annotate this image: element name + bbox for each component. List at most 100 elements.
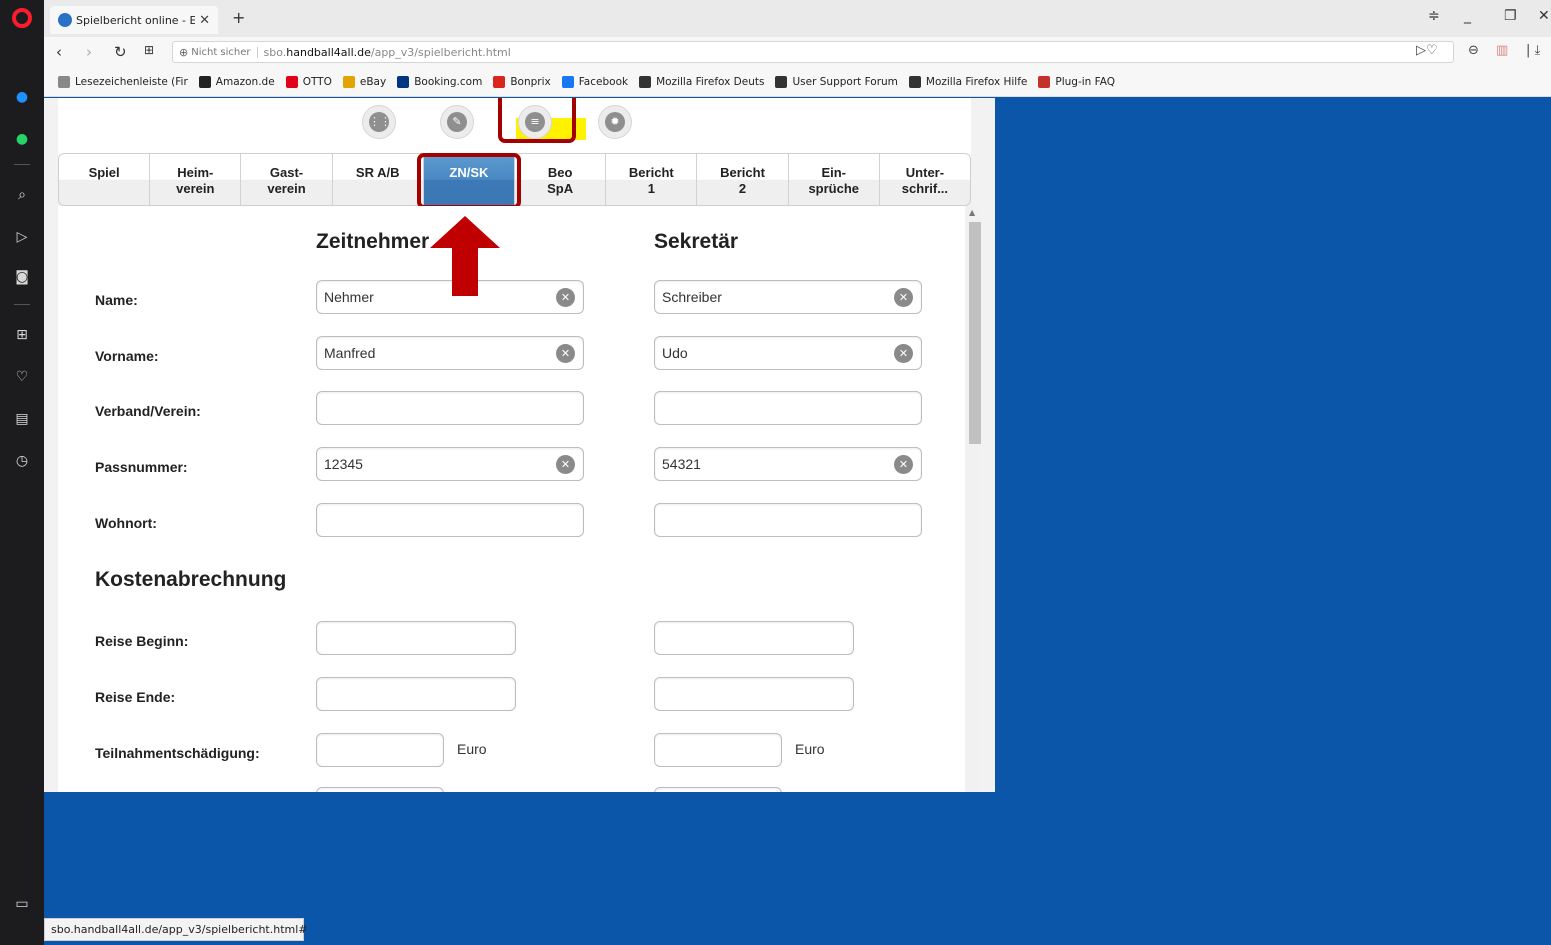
speed-dial-icon[interactable]: ⊞ xyxy=(144,43,154,57)
speed-dial-icon[interactable]: ⊞ xyxy=(11,324,33,346)
bookmark-item[interactable]: Bonprix xyxy=(493,75,551,88)
status-bar-url: sbo.handball4all.de/app_v3/spielbericht.… xyxy=(44,918,308,941)
zeitnehmer-passnummer-field[interactable]: 12345 ✕ xyxy=(316,447,584,481)
scrollbar-thumb[interactable] xyxy=(969,222,981,444)
tab-line2: verein xyxy=(267,181,306,196)
clear-icon[interactable]: ✕ xyxy=(556,288,575,307)
tab-gastverein[interactable]: Gast-verein xyxy=(241,154,333,205)
scrollbar[interactable]: ▲ xyxy=(965,206,981,792)
sekretaer-wohnort-field[interactable] xyxy=(654,503,922,537)
download-icon[interactable]: | ⤓ xyxy=(1526,43,1540,58)
extension-icon[interactable]: ▥ xyxy=(1496,43,1508,58)
tab-unterschriften[interactable]: Unter-schrif... xyxy=(880,154,970,205)
zeitnehmer-verband-field[interactable] xyxy=(316,391,584,425)
clear-icon[interactable]: ✕ xyxy=(556,344,575,363)
bookmark-item[interactable]: User Support Forum xyxy=(775,75,898,88)
history-icon[interactable]: ◷ xyxy=(11,450,33,472)
minimize-icon[interactable]: _ xyxy=(1464,8,1471,24)
zeitnehmer-reise-beginn-field[interactable] xyxy=(316,621,516,655)
zeitnehmer-teilnahme-field[interactable] xyxy=(316,733,444,767)
back-icon[interactable]: ‹ xyxy=(56,43,62,61)
site-favicon-icon xyxy=(58,13,72,27)
bookmarks-bar: Lesezeichenleiste (Fir Amazon.de OTTO eBay B… xyxy=(44,67,1551,97)
bookmark-label: Mozilla Firefox Deuts xyxy=(656,75,765,88)
scroll-up-icon[interactable]: ▲ xyxy=(969,208,975,217)
globe-icon: ⊕ xyxy=(179,45,189,59)
bookmark-item[interactable]: OTTO xyxy=(285,75,332,88)
url-field[interactable]: ⊕ Nicht sicher sbo. handball4all.de/app_v… xyxy=(172,41,1454,63)
next-row-field[interactable] xyxy=(654,787,782,792)
edit-button[interactable]: ✎ xyxy=(440,105,474,139)
sidebar-divider xyxy=(14,304,30,305)
clear-icon[interactable]: ✕ xyxy=(894,455,913,474)
bookmark-item[interactable]: Lesezeichenleiste (Fir xyxy=(58,75,188,88)
whatsapp-icon[interactable]: ● xyxy=(11,128,33,150)
tab-einsprueche[interactable]: Ein-sprüche xyxy=(789,154,880,205)
sekretaer-passnummer-field[interactable]: 54321 ✕ xyxy=(654,447,922,481)
reload-icon[interactable]: ↻ xyxy=(114,43,127,61)
url-path: /app_v3/spielbericht.html xyxy=(370,45,511,59)
tab-close-icon[interactable]: ✕ xyxy=(199,13,210,28)
new-tab-button[interactable]: + xyxy=(232,8,245,27)
flow-icon[interactable]: ▷ xyxy=(11,226,33,248)
field-value: Schreiber xyxy=(662,289,722,305)
bookmark-item[interactable]: Plug-in FAQ xyxy=(1038,75,1115,88)
plugin-icon xyxy=(1038,75,1051,88)
zeitnehmer-reise-ende-field[interactable] xyxy=(316,677,516,711)
opera-sidebar: ● ● ⌕ ▷ ◙ ⊞ ♡ ▤ ◷ ▭ xyxy=(0,0,44,945)
tab-line1: SR A/B xyxy=(355,165,400,180)
zeitnehmer-wohnort-field[interactable] xyxy=(316,503,584,537)
send-to-flow-icon[interactable]: ▷♡ xyxy=(1416,43,1438,58)
clear-icon[interactable]: ✕ xyxy=(894,288,913,307)
tab-line1: Bericht xyxy=(628,165,674,180)
zeitnehmer-vorname-field[interactable]: Manfred ✕ xyxy=(316,336,584,370)
forward-icon[interactable]: › xyxy=(86,43,92,61)
search-icon[interactable]: ⌕ xyxy=(11,184,33,206)
window-close-icon[interactable]: ✕ xyxy=(1538,8,1550,24)
clear-icon[interactable]: ✕ xyxy=(556,455,575,474)
clear-icon[interactable]: ✕ xyxy=(894,344,913,363)
sekretaer-teilnahme-field[interactable] xyxy=(654,733,782,767)
news-icon[interactable]: ▤ xyxy=(11,408,33,430)
bookmark-item[interactable]: Mozilla Firefox Deuts xyxy=(639,75,765,88)
settings-button[interactable]: ✹ xyxy=(598,105,632,139)
page-icon xyxy=(775,75,788,88)
otto-icon xyxy=(285,75,298,88)
bookmark-label: Plug-in FAQ xyxy=(1055,75,1115,88)
url-host: handball4all.de xyxy=(286,45,371,59)
next-row-field[interactable] xyxy=(316,787,444,792)
sidebar-toggle-icon[interactable]: ▭ xyxy=(11,893,33,915)
kostenabrechnung-heading: Kostenabrechnung xyxy=(95,568,287,591)
verband-label: Verband/Verein: xyxy=(95,403,201,419)
snapshot-icon[interactable]: ◙ xyxy=(11,266,33,288)
account-icon[interactable]: ⊖ xyxy=(1468,43,1479,58)
sekretaer-verband-field[interactable] xyxy=(654,391,922,425)
sekretaer-name-field[interactable]: Schreiber ✕ xyxy=(654,280,922,314)
bookmark-item[interactable]: Amazon.de xyxy=(198,75,275,88)
sekretaer-reise-ende-field[interactable] xyxy=(654,677,854,711)
bookmark-item[interactable]: Mozilla Firefox Hilfe xyxy=(908,75,1027,88)
tab-beo-spa[interactable]: Beo SpA xyxy=(515,154,607,205)
tab-menu-icon[interactable]: ≑ xyxy=(1428,8,1440,24)
tab-sr-ab[interactable]: SR A/B xyxy=(333,154,424,205)
field-value: Manfred xyxy=(324,345,376,361)
restore-icon[interactable]: ❐ xyxy=(1504,8,1517,24)
bookmark-item[interactable]: Facebook xyxy=(561,75,628,88)
settings-icon: ✹ xyxy=(605,112,625,132)
sekretaer-reise-beginn-field[interactable] xyxy=(654,621,854,655)
address-bar-row: ‹ › ↻ ⊞ ⊕ Nicht sicher sbo. handball4all.… xyxy=(44,37,1551,67)
grid-button[interactable]: ⋮⋮ xyxy=(362,105,396,139)
messenger-icon[interactable]: ● xyxy=(11,86,33,108)
tab-bericht-2[interactable]: Bericht 2 xyxy=(697,154,789,205)
browser-tab[interactable]: Spielbericht online - Erfass ✕ xyxy=(50,6,218,34)
tab-bericht-1[interactable]: Bericht 1 xyxy=(606,154,698,205)
tab-spiel[interactable]: Spiel xyxy=(59,154,151,205)
bookmark-label: Amazon.de xyxy=(215,75,275,88)
bookmark-item[interactable]: eBay xyxy=(342,75,386,88)
tab-heimverein[interactable]: Heim-verein xyxy=(150,154,242,205)
bookmark-item[interactable]: Booking.com xyxy=(397,75,482,88)
heart-icon[interactable]: ♡ xyxy=(11,366,33,388)
bookmark-label: User Support Forum xyxy=(792,75,898,88)
opera-logo-icon[interactable] xyxy=(12,8,32,28)
sekretaer-vorname-field[interactable]: Udo ✕ xyxy=(654,336,922,370)
